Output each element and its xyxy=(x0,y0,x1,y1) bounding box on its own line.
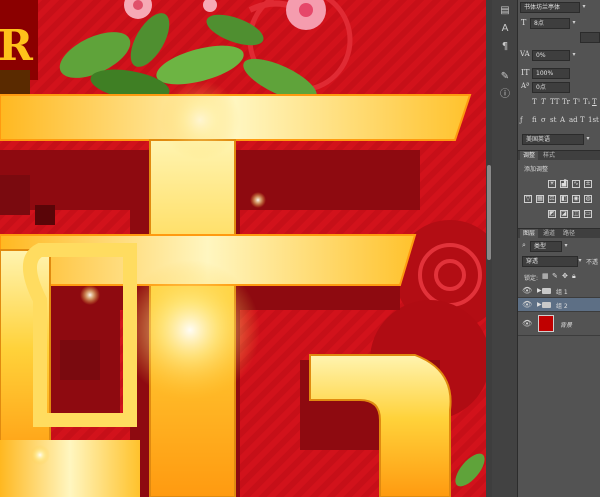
history-icon[interactable]: ▤ xyxy=(497,4,513,18)
svg-text:R: R xyxy=(0,21,34,70)
opacity-label: 不透 xyxy=(586,259,599,266)
layer-name: 组 2 xyxy=(556,303,568,310)
threshold-icon[interactable]: ◫ xyxy=(572,210,580,218)
subscript-button[interactable]: T₁ xyxy=(583,98,590,106)
layer-row[interactable]: 👁︎ ▶ 组 1 xyxy=(518,284,600,298)
gradient-map-icon[interactable]: ▭ xyxy=(584,210,592,218)
vertical-scale-field[interactable]: 100% xyxy=(532,68,570,79)
faux-bold-button[interactable]: T xyxy=(532,98,537,106)
titling-alternates-button[interactable]: T xyxy=(580,116,585,124)
filter-search-icon: ⌕ xyxy=(522,241,526,249)
adjustments-tab-bar: 调整 样式 xyxy=(518,150,600,161)
layers-tab-bar: 图层 通道 路径 xyxy=(518,228,600,239)
baseline-shift-icon: Aª xyxy=(521,82,530,90)
visibility-eye-icon[interactable]: 👁︎ xyxy=(522,319,532,328)
layer-thumbnail xyxy=(538,315,554,332)
swash-button[interactable]: A xyxy=(560,116,565,124)
curves-icon[interactable]: ∿ xyxy=(572,180,580,188)
stylistic-alternates-button[interactable]: ad xyxy=(569,116,578,124)
character-panel-icon[interactable]: A xyxy=(497,22,513,36)
tab-channels[interactable]: 通道 xyxy=(540,229,558,239)
opentype-buttons: fi σ st A ad T 1st xyxy=(532,116,600,126)
contextual-alternates-button[interactable]: σ xyxy=(541,116,546,124)
artwork: R xyxy=(0,0,486,497)
font-family-field[interactable]: 书体坊兰亭体 xyxy=(520,2,580,13)
channel-mixer-icon[interactable]: ◍ xyxy=(584,195,592,203)
tab-styles[interactable]: 样式 xyxy=(540,151,558,161)
blend-mode-select[interactable]: 穿透 xyxy=(522,256,578,267)
layer-row[interactable]: 👁︎ 背景 xyxy=(518,312,600,336)
folder-icon xyxy=(542,302,551,308)
paragraph-panel-icon[interactable]: ¶ xyxy=(497,40,513,54)
tab-adjustments[interactable]: 调整 xyxy=(520,151,539,161)
ordinals-button[interactable]: 1st xyxy=(588,116,599,124)
vibrance-icon[interactable]: ▽ xyxy=(524,195,532,203)
underline-button[interactable]: T xyxy=(592,98,597,106)
font-family-dropdown-icon[interactable]: ▾ xyxy=(580,2,588,12)
info-panel-icon[interactable]: ⓘ xyxy=(497,88,513,102)
all-caps-button[interactable]: TT xyxy=(550,98,559,106)
font-size-icon: T xyxy=(521,18,527,27)
blend-mode-dropdown-icon[interactable]: ▾ xyxy=(576,256,584,266)
hue-saturation-icon[interactable]: ▦ xyxy=(536,195,544,203)
tracking-dropdown-icon[interactable]: ▾ xyxy=(570,50,578,60)
brush-panel-icon[interactable]: ✎ xyxy=(497,70,513,84)
leading-field[interactable] xyxy=(580,32,600,43)
visibility-eye-icon[interactable]: 👁︎ xyxy=(522,300,532,309)
layer-row[interactable]: 👁︎ ▶ 组 2 xyxy=(518,298,600,312)
filter-kind-dropdown-icon[interactable]: ▾ xyxy=(562,241,570,251)
left-lantern-ornament: R xyxy=(0,0,38,100)
tab-layers[interactable]: 图层 xyxy=(520,229,539,239)
posterize-icon[interactable]: ◪ xyxy=(560,210,568,218)
faux-italic-button[interactable]: T xyxy=(541,98,546,106)
superscript-button[interactable]: T¹ xyxy=(573,98,580,106)
collapsed-panel-dock: ▤ A ¶ ✎ ⓘ xyxy=(492,0,518,497)
photo-filter-icon[interactable]: ◉ xyxy=(572,195,580,203)
scrollbar-thumb[interactable] xyxy=(487,165,491,260)
tracking-field[interactable]: 0% xyxy=(532,50,570,61)
exposure-icon[interactable]: ± xyxy=(584,180,592,188)
lock-all-icon[interactable]: 🔒︎ xyxy=(572,272,576,281)
opentype-icon: ƒ xyxy=(520,116,523,124)
lock-transparent-icon[interactable]: ▦ xyxy=(542,272,549,280)
tracking-icon: VA xyxy=(520,50,530,58)
small-caps-button[interactable]: Tr xyxy=(562,98,570,106)
layer-name: 组 1 xyxy=(556,289,568,296)
right-panels: 书体坊兰亭体 ▾ T 8点 ▾ VA 0% ▾ IT 100% Aª 0点 T … xyxy=(518,0,600,497)
brightness-icon[interactable]: ☀ xyxy=(548,180,556,188)
lock-image-icon[interactable]: ✎ xyxy=(552,272,558,280)
layer-filter-kind[interactable]: 类型 xyxy=(530,241,562,252)
ligatures-button[interactable]: fi xyxy=(532,116,537,124)
expand-triangle-icon[interactable]: ▶ xyxy=(537,287,542,294)
baseline-shift-field[interactable]: 0点 xyxy=(532,82,570,93)
adjustments-title: 添加调整 xyxy=(524,166,549,173)
document-canvas[interactable]: R xyxy=(0,0,486,497)
color-balance-icon[interactable]: ⚖ xyxy=(548,195,556,203)
language-dropdown-icon[interactable]: ▾ xyxy=(584,134,592,144)
lock-position-icon[interactable]: ✥ xyxy=(562,272,568,280)
font-size-dropdown-icon[interactable]: ▾ xyxy=(570,18,578,28)
language-field[interactable]: 美国英语 xyxy=(522,134,584,145)
lock-label: 锁定: xyxy=(524,275,539,282)
tab-paths[interactable]: 路径 xyxy=(560,229,578,239)
type-style-buttons: T T TT Tr T¹ T₁ T xyxy=(532,98,600,108)
levels-icon[interactable]: ▟ xyxy=(560,180,568,188)
layer-name: 背景 xyxy=(560,322,573,329)
black-white-icon[interactable]: ◧ xyxy=(560,195,568,203)
folder-icon xyxy=(542,288,551,294)
discretionary-ligatures-button[interactable]: st xyxy=(550,116,556,124)
invert-icon[interactable]: ◩ xyxy=(548,210,556,218)
vertical-scale-icon: IT xyxy=(521,68,530,77)
visibility-eye-icon[interactable]: 👁︎ xyxy=(522,286,532,295)
expand-triangle-icon[interactable]: ▶ xyxy=(537,301,542,308)
font-size-field[interactable]: 8点 xyxy=(530,18,570,29)
